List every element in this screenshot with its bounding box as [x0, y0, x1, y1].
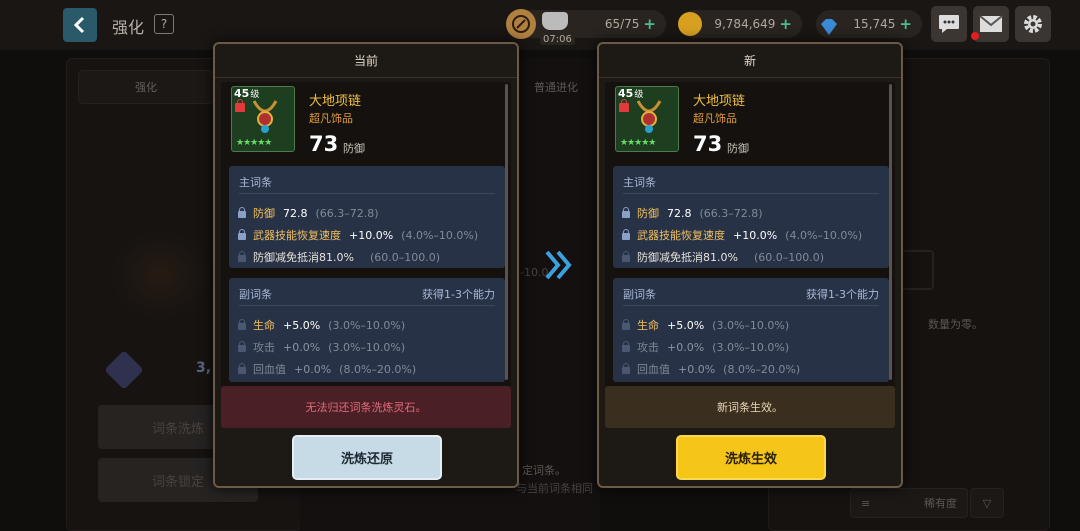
stamina-timer: 07:06 [540, 34, 575, 45]
item-name: 大地项链 [309, 94, 362, 109]
settings-button[interactable] [1015, 6, 1051, 42]
necklace-icon [252, 100, 278, 133]
current-panel-title: 当前 [215, 44, 517, 78]
success-message: 新词条生效。 [605, 386, 895, 428]
add-gold-button[interactable]: + [779, 15, 792, 33]
double-chevron-right-icon [545, 250, 572, 280]
main-stats-header: 主词条 [623, 176, 656, 189]
lock-icon[interactable] [238, 319, 246, 330]
divider [623, 193, 879, 194]
sub-stat-row: 攻击 +0.0% (3.0%–10.0%) [235, 338, 405, 356]
restore-button[interactable]: 洗炼还原 [292, 435, 442, 480]
sub-stat-row: 生命 +5.0% (3.0%–10.0%) [235, 316, 405, 334]
item-stat-name: 防御 [343, 142, 365, 155]
main-stats-header: 主词条 [239, 176, 272, 189]
sub-stats-header: 副词条 [239, 288, 272, 301]
sub-stat-row: 攻击 +0.0% (3.0%–10.0%) [619, 338, 789, 356]
current-panel: 当前 45级 ★★★★★ 大地项链 超凡饰品 73 防御 主词条 防御 72.8(… [213, 42, 519, 488]
gem-counter: 15,745 + [816, 10, 922, 38]
item-grade: 超凡饰品 [693, 112, 737, 125]
gold-value: 9,784,649 [714, 17, 776, 31]
main-stat-row: 防御 72.8 (66.3–72.8) [235, 204, 379, 222]
chat-button[interactable] [931, 6, 967, 42]
current-scroll-area[interactable]: 45级 ★★★★★ 大地项链 超凡饰品 73 防御 主词条 防御 72.8 (66.… [221, 82, 511, 426]
add-stamina-button[interactable]: + [643, 15, 656, 33]
main-stats-box: 主词条 防御 72.8 (66.3–72.8) 武器技能恢复速度 +10.0% (4.0… [613, 166, 889, 268]
new-panel-title: 新 [599, 44, 901, 78]
sub-stats-note: 获得1-3个能力 [422, 288, 495, 301]
chevron-left-icon [73, 16, 85, 34]
compass-icon [506, 9, 536, 39]
notification-dot [971, 32, 979, 40]
main-stat-row: 武器技能恢复速度 +10.0% (4.0%–10.0%) [235, 226, 478, 244]
add-gem-button[interactable]: + [899, 15, 912, 33]
item-stat-name: 防御 [727, 142, 749, 155]
main-stats-box: 主词条 防御 72.8 (66.3–72.8) 武器技能恢复速度 +10.0% (4.0… [229, 166, 505, 268]
scrollbar[interactable] [889, 84, 892, 380]
diamond-icon [814, 12, 844, 42]
gold-coin-icon [678, 12, 702, 36]
sub-stat-row: 回血值 +0.0% (8.0%–20.0%) [619, 360, 800, 378]
sub-stats-header: 副词条 [623, 288, 656, 301]
coffee-icon [542, 12, 568, 30]
mail-button[interactable] [971, 6, 1009, 42]
divider [623, 305, 879, 306]
lock-icon [235, 99, 245, 112]
main-stat-row: 武器技能恢复速度 +10.0% (4.0%–10.0%) [619, 226, 862, 244]
lock-icon[interactable] [238, 363, 246, 374]
apply-button[interactable]: 洗炼生效 [676, 435, 826, 480]
warning-message: 无法归还词条洗炼灵石。 [221, 386, 511, 428]
item-stat-value: 73 [693, 132, 723, 156]
chat-icon [939, 15, 959, 33]
item-icon: 45级 ★★★★★ [615, 86, 679, 152]
sub-stats-note: 获得1-3个能力 [806, 288, 879, 301]
back-button[interactable] [63, 8, 97, 42]
modal-overlay [0, 50, 1080, 531]
lock-icon[interactable] [622, 207, 630, 218]
lock-icon[interactable] [238, 251, 246, 262]
necklace-icon [636, 100, 662, 133]
new-scroll-area[interactable]: 45级 ★★★★★ 大地项链 超凡饰品 73 防御 主词条 防御 72.8 (66.… [605, 82, 895, 426]
item-name: 大地项链 [693, 94, 746, 109]
gear-icon [1024, 15, 1042, 33]
sub-stats-box: 副词条 获得1-3个能力 生命 +5.0% (3.0%–10.0%) 攻击 +0.0%… [229, 278, 505, 382]
sub-stat-row: 生命 +5.0% (3.0%–10.0%) [619, 316, 789, 334]
main-stat-row: 防御减免抵消81.0% (60.0–100.0) [619, 248, 824, 266]
new-panel: 新 45级 ★★★★★ 大地项链 超凡饰品 73 防御 主词条 防御 72.8 (6… [597, 42, 903, 488]
scrollbar[interactable] [505, 84, 508, 380]
lock-icon[interactable] [238, 207, 246, 218]
lock-icon[interactable] [238, 341, 246, 352]
lock-icon[interactable] [238, 229, 246, 240]
lock-icon[interactable] [622, 363, 630, 374]
divider [239, 193, 495, 194]
lock-icon[interactable] [622, 319, 630, 330]
divider [239, 305, 495, 306]
stamina-counter: 65/75 + [506, 9, 666, 39]
main-stat-row: 防御减免抵消81.0% (60.0–100.0) [235, 248, 440, 266]
sub-stat-row: 回血值 +0.0% (8.0%–20.0%) [235, 360, 416, 378]
stamina-value: 65/75 [604, 17, 640, 31]
sub-stats-box: 副词条 获得1-3个能力 生命 +5.0% (3.0%–10.0%) 攻击 +0.0%… [613, 278, 889, 382]
item-grade: 超凡饰品 [309, 112, 353, 125]
gold-counter: 9,784,649 + [678, 10, 802, 38]
page-title: 强化 [112, 18, 145, 37]
lock-icon[interactable] [622, 251, 630, 262]
top-bar: 强化 ? 65/75 + 07:06 9,784,649 + 15,745 + [0, 0, 1080, 50]
item-icon: 45级 ★★★★★ [231, 86, 295, 152]
main-stat-row: 防御 72.8 (66.3–72.8) [619, 204, 763, 222]
mail-icon [979, 15, 1003, 32]
help-button[interactable]: ? [154, 14, 174, 34]
gem-value: 15,745 [853, 17, 896, 31]
star-rating: ★★★★★ [620, 138, 656, 148]
star-rating: ★★★★★ [236, 138, 272, 148]
item-stat-value: 73 [309, 132, 339, 156]
lock-icon[interactable] [622, 229, 630, 240]
lock-icon [619, 99, 629, 112]
lock-icon[interactable] [622, 341, 630, 352]
